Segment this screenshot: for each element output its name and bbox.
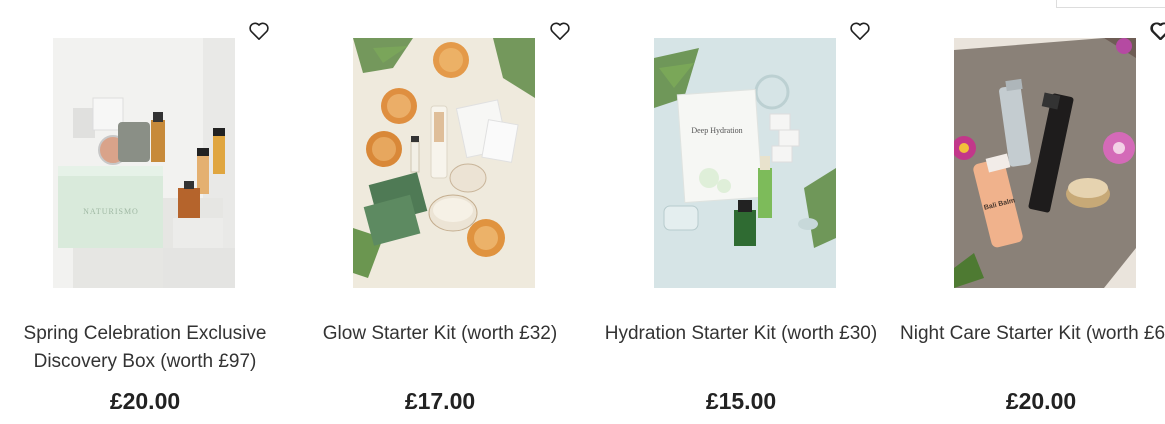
- product-title[interactable]: Spring Celebration Exclusive Discovery B…: [0, 320, 290, 376]
- product-card: Deep Hydration Hydration Starter Kit (wo…: [596, 0, 886, 424]
- heart-outline-icon: [550, 22, 570, 40]
- product-card: NATURISMO Spring Celebration Exclusive D…: [0, 0, 290, 424]
- product-price: £20.00: [1005, 388, 1077, 414]
- product-image[interactable]: [353, 38, 535, 288]
- heart-outline-icon: [850, 22, 870, 40]
- product-grid: NATURISMO Spring Celebration Exclusive D…: [0, 0, 1165, 424]
- product-image[interactable]: NATURISMO: [53, 38, 235, 288]
- add-to-wishlist-button[interactable]: [849, 20, 871, 42]
- product-image[interactable]: Bali Balm: [954, 38, 1136, 288]
- product-title[interactable]: Glow Starter Kit (worth £32): [295, 320, 585, 348]
- heart-outline-icon: [1151, 22, 1165, 40]
- product-price: £20.00: [109, 388, 181, 414]
- product-image[interactable]: Deep Hydration: [654, 38, 836, 288]
- product-price: £17.00: [404, 388, 476, 414]
- add-to-wishlist-button-partial[interactable]: [1150, 20, 1165, 42]
- add-to-wishlist-button[interactable]: [549, 20, 571, 42]
- box-brand-text: NATURISMO: [83, 207, 139, 216]
- product-card: Glow Starter Kit (worth £32) £17.00: [295, 0, 585, 424]
- mask-label-text: Deep Hydration: [691, 126, 742, 135]
- heart-outline-icon: [249, 22, 269, 40]
- product-price: £15.00: [705, 388, 777, 414]
- discovery-box-image: NATURISMO: [53, 38, 235, 288]
- product-card: Bali Balm Night Care Starter Kit (worth …: [896, 0, 1165, 424]
- product-title[interactable]: Night Care Starter Kit (worth £68): [896, 320, 1165, 348]
- add-to-wishlist-button[interactable]: [248, 20, 270, 42]
- product-title[interactable]: Hydration Starter Kit (worth £30): [596, 320, 886, 348]
- hydration-kit-image: Deep Hydration: [654, 38, 836, 288]
- glow-kit-image: [353, 38, 535, 288]
- night-care-kit-image: Bali Balm: [954, 38, 1136, 288]
